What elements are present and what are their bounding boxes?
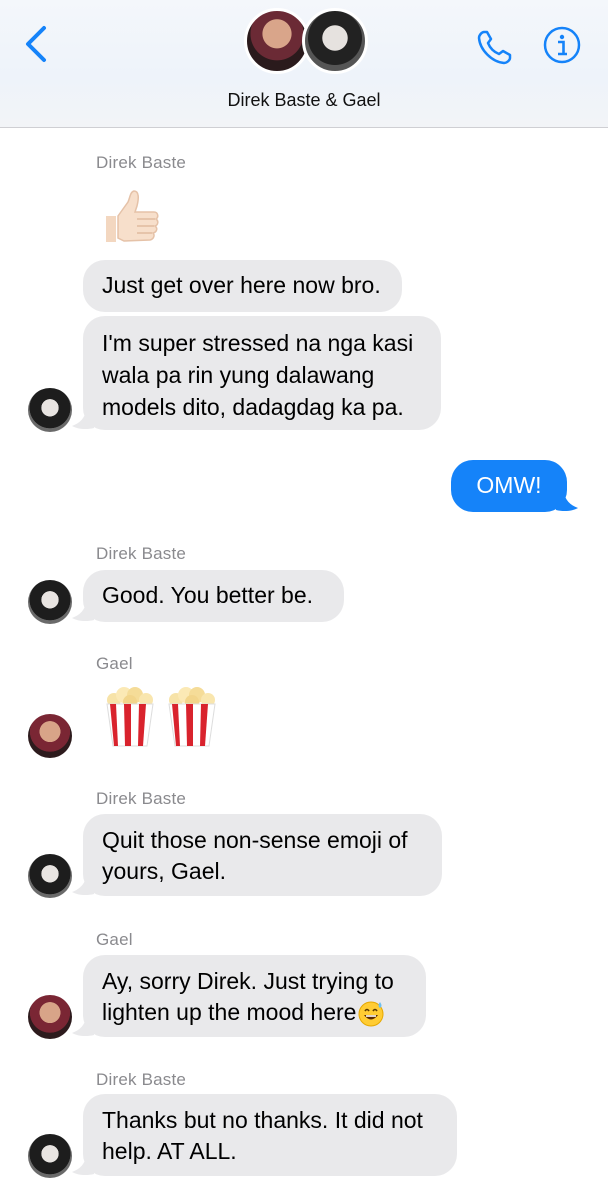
back-button[interactable] (22, 24, 52, 64)
popcorn-emoji[interactable] (166, 686, 218, 753)
bubble-tail (72, 1156, 94, 1176)
message-text-line: I'm super stressed na nga kasi (102, 330, 414, 356)
bubble-tail (72, 1017, 94, 1037)
bubble-tail (556, 492, 578, 512)
sender-name: Direk Baste (96, 153, 187, 172)
conversation-header: Direk Baste & Gael (0, 0, 608, 128)
sender-name: Gael (96, 654, 133, 673)
message-text: Just get over here now bro. (102, 272, 381, 298)
message-text: Good. You better be. (102, 582, 314, 608)
avatar-direk-baste[interactable] (28, 1134, 72, 1178)
message-text: OMW! (476, 472, 542, 498)
message-bubble[interactable]: I'm super stressed na nga kasi wala pa r… (83, 316, 441, 430)
call-button[interactable] (474, 26, 516, 68)
message-bubble[interactable]: Good. You better be. (83, 570, 344, 622)
avatar-direk-baste[interactable] (28, 580, 72, 624)
bubble-tail (72, 602, 94, 622)
bubble-tail (72, 876, 94, 896)
thumbs-up-emoji[interactable] (100, 186, 162, 253)
conversation-title[interactable]: Direk Baste & Gael (0, 90, 608, 111)
message-text-line: Ay, sorry Direk. Just trying to (102, 968, 394, 994)
message-text: lighten up the mood here (102, 999, 357, 1025)
sweat-smile-emoji (358, 1001, 384, 1026)
avatar-direk-baste[interactable] (28, 854, 72, 898)
popcorn-emoji[interactable] (104, 686, 156, 753)
message-bubble[interactable]: Thanks but no thanks. It did not help. A… (83, 1094, 457, 1176)
avatar-direk-baste[interactable] (28, 388, 72, 432)
info-icon (543, 26, 581, 64)
avatar-gael[interactable] (28, 714, 72, 758)
message-text-line: yours, Gael. (102, 858, 226, 884)
message-text-line: Thanks but no thanks. It did not (102, 1107, 423, 1133)
avatar-gael (244, 8, 310, 74)
message-bubble[interactable]: Ay, sorry Direk. Just trying to lighten … (83, 955, 426, 1037)
avatar-direk-baste (302, 8, 368, 74)
message-bubble-outgoing[interactable]: OMW! (451, 460, 567, 512)
message-text-line: wala pa rin yung dalawang (102, 362, 375, 388)
bubble-tail (72, 410, 94, 430)
message-text-line: lighten up the mood here (102, 997, 407, 1028)
message-text-line: help. AT ALL. (102, 1138, 237, 1164)
group-avatars[interactable] (244, 8, 368, 76)
sender-name: Gael (96, 930, 133, 949)
sender-name: Direk Baste (96, 1070, 187, 1089)
phone-icon (477, 30, 512, 65)
message-bubble[interactable]: Just get over here now bro. (83, 260, 402, 312)
message-bubble[interactable]: Quit those non-sense emoji of yours, Gae… (83, 814, 442, 896)
chevron-left-icon (26, 26, 46, 62)
message-text-line: Quit those non-sense emoji of (102, 827, 408, 853)
sender-name: Direk Baste (96, 544, 187, 563)
avatar-gael[interactable] (28, 995, 72, 1039)
message-text-line: models dito, dadagdag ka pa. (102, 394, 404, 420)
info-button[interactable] (543, 26, 581, 64)
sender-name: Direk Baste (96, 789, 187, 808)
